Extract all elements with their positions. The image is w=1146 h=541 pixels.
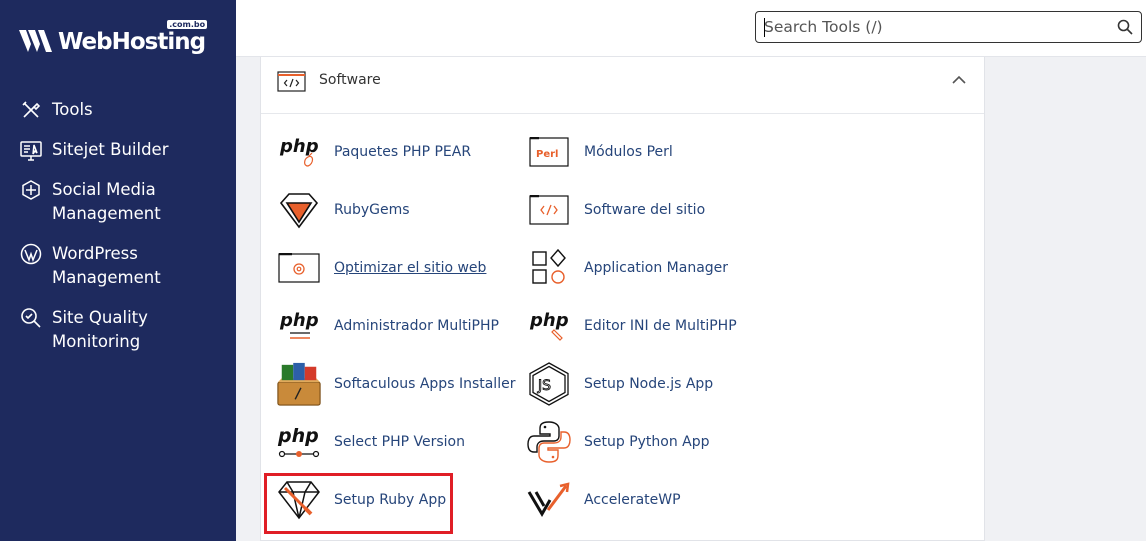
brand-name: WebHosting .com.bo: [58, 20, 208, 55]
tool-label: Setup Ruby App: [334, 492, 447, 508]
optimize-website-icon: [276, 245, 322, 291]
sidebar-item-tools[interactable]: Tools: [20, 98, 230, 122]
tool-setup-nodejs[interactable]: JS Setup Node.js App: [526, 361, 713, 407]
software-icon: [277, 71, 306, 92]
tool-label: Administrador MultiPHP: [334, 318, 499, 334]
tool-application-manager[interactable]: Application Manager: [526, 245, 728, 291]
tools-icon: [22, 101, 41, 118]
sidebar-item-wordpress[interactable]: WordPress Management: [20, 242, 230, 290]
rubygems-icon: [276, 187, 322, 233]
tool-label: Paquetes PHP PEAR: [334, 144, 472, 160]
python-icon: [526, 419, 572, 465]
php-pear-icon: php: [276, 129, 322, 175]
social-media-icon: [22, 180, 40, 200]
software-panel: Software php Paquetes PHP PEAR RubyGems: [260, 57, 985, 541]
sidebar-item-social-media[interactable]: Social Media Management: [20, 178, 230, 226]
sidebar-nav: Tools Sitejet Builder Social Media Manag…: [20, 98, 230, 370]
tool-label: Softaculous Apps Installer: [334, 376, 516, 392]
text-caret: [764, 18, 765, 37]
sidebar-item-label: WordPress Management: [52, 244, 161, 287]
tool-select-php-version[interactable]: php Select PHP Version: [276, 419, 465, 465]
tool-setup-python[interactable]: Setup Python App: [526, 419, 710, 465]
tool-label: Setup Node.js App: [584, 376, 714, 392]
svg-text:php: php: [279, 310, 319, 331]
software-panel-header[interactable]: Software: [261, 57, 984, 114]
panel-title: Software: [319, 72, 381, 88]
site-software-icon: [526, 187, 572, 233]
svg-text:php: php: [277, 425, 319, 447]
tool-acceleratewp[interactable]: AccelerateWP: [526, 477, 681, 523]
multiphp-manager-icon: php: [276, 303, 322, 349]
tool-label: Optimizar el sitio web: [334, 260, 487, 276]
svg-text:JS: JS: [537, 378, 551, 394]
brand-tld: .com.bo: [167, 20, 208, 29]
sidebar-item-sitejet[interactable]: Sitejet Builder: [20, 138, 230, 162]
search-icon[interactable]: [1117, 19, 1133, 35]
tool-label: RubyGems: [334, 202, 410, 218]
tool-setup-ruby-app[interactable]: Setup Ruby App: [276, 477, 446, 523]
perl-icon: Perl: [526, 129, 572, 175]
site-quality-icon: [21, 308, 41, 328]
top-bar: [236, 0, 1146, 57]
tool-label: AccelerateWP: [584, 492, 681, 508]
webhosting-logo-icon: [19, 30, 52, 52]
search-box: [755, 11, 1142, 43]
svg-text:php: php: [529, 310, 569, 331]
tool-php-pear[interactable]: php Paquetes PHP PEAR: [276, 129, 471, 175]
tool-multiphp-ini-editor[interactable]: php Editor INI de MultiPHP: [526, 303, 737, 349]
tool-label: Setup Python App: [584, 434, 710, 450]
tool-multiphp-manager[interactable]: php Administrador MultiPHP: [276, 303, 499, 349]
nodejs-icon: JS: [526, 361, 572, 407]
sitejet-icon: [20, 141, 42, 161]
brand-logo[interactable]: WebHosting .com.bo: [18, 20, 208, 58]
tool-softaculous[interactable]: Softaculous Apps Installer: [276, 361, 515, 407]
sidebar-item-site-quality[interactable]: Site Quality Monitoring: [20, 306, 230, 354]
multiphp-ini-editor-icon: php: [526, 303, 572, 349]
tool-optimize-website[interactable]: Optimizar el sitio web: [276, 245, 486, 291]
ruby-app-icon: [276, 477, 322, 523]
tool-label: Software del sitio: [584, 202, 706, 218]
wordpress-icon: [20, 243, 42, 265]
acceleratewp-icon: [526, 477, 572, 523]
tool-site-software[interactable]: Software del sitio: [526, 187, 705, 233]
sidebar: WebHosting .com.bo Tools Sitejet Builder…: [0, 0, 236, 541]
softaculous-icon: [276, 361, 322, 407]
svg-text:Perl: Perl: [536, 149, 558, 160]
sidebar-item-label: Social Media Management: [52, 180, 161, 223]
tool-perl-modules[interactable]: Perl Módulos Perl: [526, 129, 673, 175]
sidebar-item-label: Tools: [52, 100, 93, 119]
sidebar-item-label: Site Quality Monitoring: [52, 308, 148, 351]
chevron-up-icon[interactable]: [952, 75, 966, 85]
tool-label: Editor INI de MultiPHP: [584, 318, 737, 334]
select-php-version-icon: php: [276, 419, 322, 465]
svg-text:php: php: [279, 136, 319, 157]
search-input[interactable]: [756, 18, 1106, 36]
tool-label: Módulos Perl: [584, 144, 673, 160]
application-manager-icon: [526, 245, 572, 291]
tool-label: Select PHP Version: [334, 434, 465, 450]
tool-rubygems[interactable]: RubyGems: [276, 187, 410, 233]
sidebar-item-label: Sitejet Builder: [52, 140, 169, 159]
tool-label: Application Manager: [584, 260, 729, 276]
